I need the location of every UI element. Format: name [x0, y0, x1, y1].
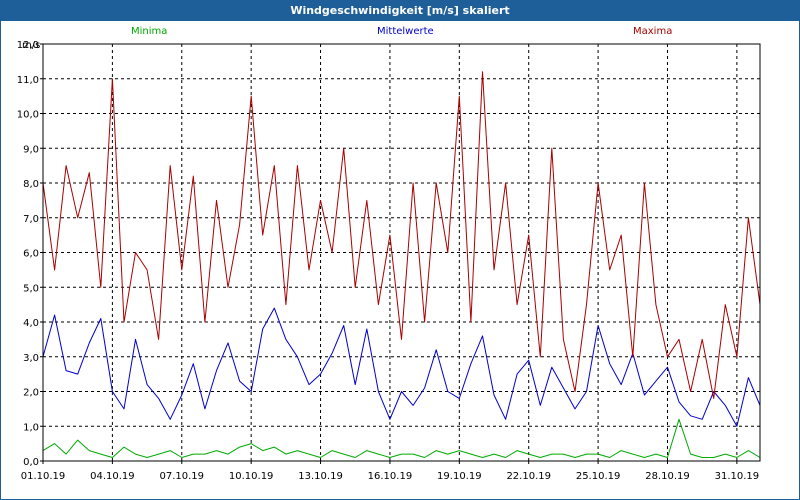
mittelwerte-line [42, 307, 761, 427]
x-tick-label: 01.10.19 [21, 471, 66, 482]
x-tick-label: 13.10.19 [298, 471, 343, 482]
wind-speed-chart: m/s 0,01,02,03,04,05,06,07,08,09,010,011… [17, 40, 761, 482]
x-tick-label: 07.10.19 [160, 471, 205, 482]
y-tick-label: 11,0 [17, 75, 39, 86]
x-tick-label: 16.10.19 [368, 471, 413, 482]
minima-line [42, 418, 761, 458]
y-tick-label: 9,0 [23, 144, 39, 155]
y-tick-label: 10,0 [17, 110, 39, 121]
x-tick-label: 22.10.19 [506, 471, 551, 482]
x-tick-labels: 01.10.19 04.10.19 07.10.19 10.10.19 13.10.19… [21, 471, 759, 482]
x-tick-label: 25.10.19 [576, 471, 621, 482]
series-lines [42, 71, 761, 458]
y-tick-label: 2,0 [23, 388, 39, 399]
y-tick-label: 7,0 [23, 214, 39, 225]
y-tick-label: 5,0 [23, 283, 39, 294]
x-tick-label: 19.10.19 [437, 471, 482, 482]
y-tick-label: 12,0 [17, 40, 39, 51]
y-tick-label: 6,0 [23, 249, 39, 260]
plot-frame [42, 43, 761, 462]
grid [40, 43, 760, 464]
y-tick-label: 0,0 [23, 457, 39, 468]
y-tick-label: 4,0 [23, 318, 39, 329]
x-tick-label: 04.10.19 [90, 471, 135, 482]
maxima-line [42, 71, 761, 399]
x-tick-label: 31.10.19 [715, 471, 760, 482]
y-tick-label: 8,0 [23, 179, 39, 190]
y-tick-label: 1,0 [23, 422, 39, 433]
y-tick-label: 3,0 [23, 353, 39, 364]
x-tick-label: 10.10.19 [229, 471, 274, 482]
x-tick-label: 28.10.19 [645, 471, 690, 482]
y-tick-labels: 0,0 1,0 2,0 3,0 4,0 5,0 6,0 7,0 8,0 9,0 10,0 11,0 12… [17, 40, 39, 468]
